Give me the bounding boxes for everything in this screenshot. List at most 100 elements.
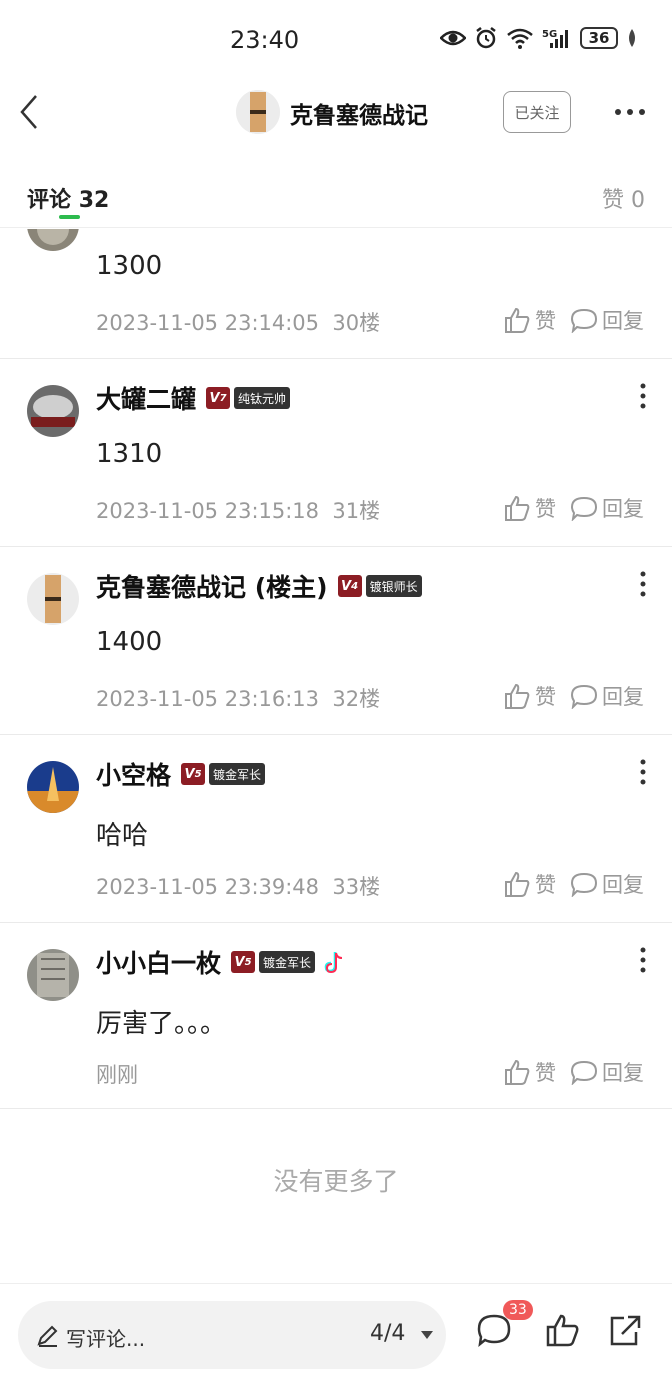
comment-item: 1300 2023-11-05 23:14:05 30楼 赞 回复 <box>0 229 672 359</box>
more-icon[interactable] <box>612 98 648 126</box>
like-button[interactable]: 赞 <box>503 1057 556 1087</box>
level-number: 5 <box>194 768 202 780</box>
like-button[interactable]: 赞 <box>503 869 556 899</box>
comment-time: 刚刚 <box>96 1063 138 1087</box>
level-number: 7 <box>219 392 227 404</box>
pencil-icon <box>37 1325 58 1347</box>
tiktok-icon <box>324 952 343 974</box>
like-label: 赞 <box>535 1061 556 1085</box>
tab-comments[interactable]: 评论 32 <box>27 182 109 214</box>
comment-floor: 33楼 <box>332 875 381 899</box>
avatar[interactable] <box>27 761 79 813</box>
title-badge: 镀银师长 <box>365 575 422 597</box>
commenter-name[interactable]: 小小白一枚 <box>96 944 221 980</box>
more-vertical-icon[interactable] <box>636 381 650 411</box>
header: 克鲁塞德战记 已关注 <box>0 78 672 148</box>
tab-active-indicator <box>59 215 80 219</box>
level-badge: V5 <box>181 763 206 785</box>
thumbs-up-icon[interactable] <box>544 1312 580 1348</box>
comment-header: 小小白一枚 V5 镀金军长 <box>96 944 345 980</box>
comment-bubble-icon <box>570 872 598 897</box>
like-button[interactable]: 赞 <box>503 493 556 523</box>
like-label: 赞 <box>535 309 556 333</box>
comment-bubble-icon <box>570 308 598 333</box>
avatar[interactable] <box>27 385 79 437</box>
no-more-text: 没有更多了 <box>273 1167 399 1196</box>
battery-indicator: 36 <box>580 27 618 49</box>
tabs: 评论 32 赞 0 <box>0 148 672 228</box>
status-icons: 5G 36 <box>440 26 638 50</box>
caret-down-icon <box>421 1331 434 1339</box>
avatar[interactable] <box>27 229 79 251</box>
svg-text:5G: 5G <box>542 29 557 40</box>
comment-time: 2023-11-05 23:16:13 <box>96 687 320 711</box>
comment-list: 1300 2023-11-05 23:14:05 30楼 赞 回复 大罐二罐 V… <box>0 229 672 1109</box>
tab-comments-count: 32 <box>78 188 110 213</box>
avatar[interactable] <box>27 573 79 625</box>
comment-meta: 2023-11-05 23:15:18 31楼 <box>96 495 380 525</box>
reply-label: 回复 <box>602 685 644 709</box>
header-title: 克鲁塞德战记 <box>290 103 428 129</box>
commenter-name[interactable]: 小空格 <box>96 756 171 792</box>
comment-count-badge: 33 <box>503 1300 533 1320</box>
reply-button[interactable]: 回复 <box>570 305 644 335</box>
tab-likes[interactable]: 赞 0 <box>602 182 645 214</box>
page-number: 4/4 <box>370 1321 406 1346</box>
reply-label: 回复 <box>602 873 644 897</box>
comment-actions: 赞 回复 <box>503 493 644 523</box>
avatar[interactable] <box>27 949 79 1001</box>
comment-actions: 赞 回复 <box>503 869 644 899</box>
reply-button[interactable]: 回复 <box>570 1057 644 1087</box>
thumbs-up-icon <box>505 871 530 897</box>
commenter-name[interactable]: 大罐二罐 <box>96 380 196 416</box>
reply-button[interactable]: 回复 <box>570 869 644 899</box>
comment-header: 小空格 V5 镀金军长 <box>96 756 273 792</box>
comment-item: 大罐二罐 V7 纯钛元帅 1310 2023-11-05 23:15:18 31… <box>0 359 672 547</box>
like-button[interactable]: 赞 <box>503 681 556 711</box>
comment-text: 哈哈 <box>96 821 149 851</box>
comment-item: 小空格 V5 镀金军长 哈哈 2023-11-05 23:39:48 33楼 赞… <box>0 735 672 923</box>
page-indicator[interactable]: 4/4 <box>370 1321 434 1346</box>
status-time: 23:40 <box>230 26 300 54</box>
thumbs-up-icon <box>505 307 530 333</box>
comment-header: 克鲁塞德战记 (楼主) V4 镀银师长 <box>96 568 430 604</box>
more-vertical-icon[interactable] <box>636 757 650 787</box>
follow-button[interactable]: 已关注 <box>503 91 571 133</box>
back-icon[interactable] <box>14 92 44 132</box>
like-label: 赞 <box>535 873 556 897</box>
reply-button[interactable]: 回复 <box>570 493 644 523</box>
comment-actions: 赞 回复 <box>503 681 644 711</box>
tab-likes-count: 0 <box>631 188 645 213</box>
thumbs-up-icon <box>505 683 530 709</box>
thumbs-up-icon <box>505 495 530 521</box>
comment-meta: 2023-11-05 23:16:13 32楼 <box>96 683 380 713</box>
share-icon[interactable] <box>606 1312 642 1348</box>
status-bar: 23:40 5G 36 <box>0 0 672 78</box>
reply-label: 回复 <box>602 1061 644 1085</box>
more-vertical-icon[interactable] <box>636 945 650 975</box>
input-placeholder: 写评论... <box>66 1327 146 1351</box>
comment-text: 厉害了。。。 <box>96 1009 227 1039</box>
tab-likes-label: 赞 <box>601 188 624 213</box>
comment-time: 2023-11-05 23:14:05 <box>96 311 320 335</box>
level-number: 4 <box>351 580 359 592</box>
comment-actions: 赞 回复 <box>503 305 644 335</box>
comment-text: 1310 <box>96 439 163 469</box>
thumbs-up-icon <box>505 1059 530 1085</box>
level-badge: V7 <box>206 387 231 409</box>
eye-icon <box>440 30 466 46</box>
commenter-name[interactable]: 克鲁塞德战记 (楼主) <box>96 568 328 604</box>
title-badge: 镀金军长 <box>209 763 266 785</box>
reply-button[interactable]: 回复 <box>570 681 644 711</box>
comment-floor: 32楼 <box>332 687 381 711</box>
more-vertical-icon[interactable] <box>636 569 650 599</box>
comment-input[interactable]: 写评论... 4/4 <box>18 1301 446 1369</box>
bottom-bar: 写评论... 4/4 33 <box>0 1283 672 1386</box>
like-label: 赞 <box>535 685 556 709</box>
level-badge: V5 <box>231 951 256 973</box>
comment-bubble-icon <box>570 1060 598 1085</box>
header-avatar[interactable] <box>236 90 280 134</box>
like-button[interactable]: 赞 <box>503 305 556 335</box>
like-label: 赞 <box>535 497 556 521</box>
alarm-icon <box>476 27 496 49</box>
